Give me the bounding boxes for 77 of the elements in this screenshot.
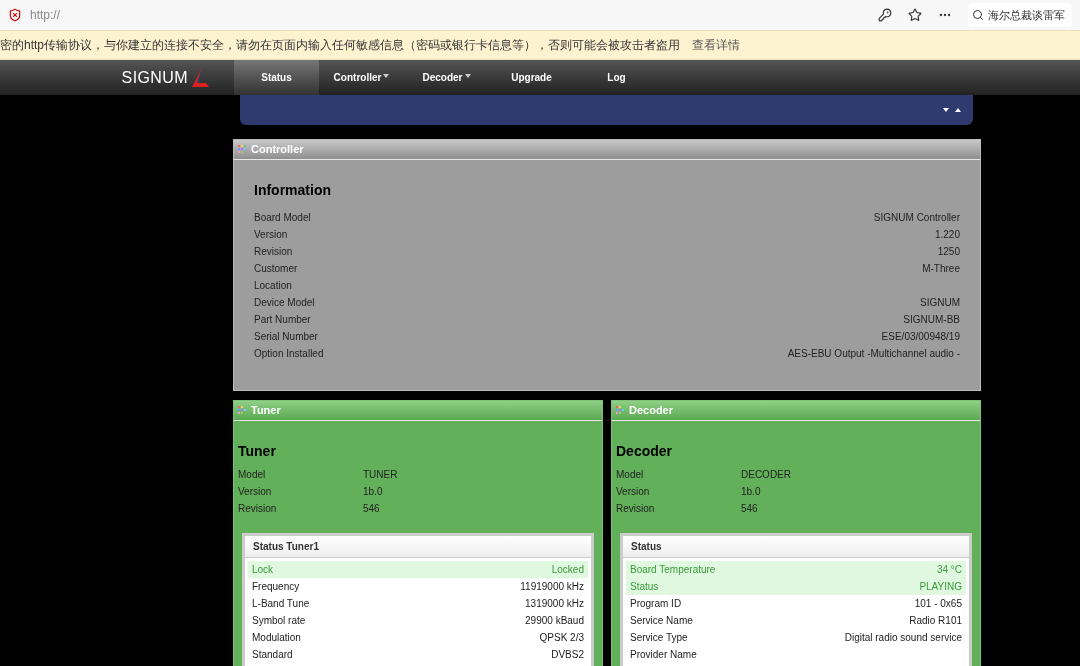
- section-heading: Tuner: [238, 442, 277, 461]
- info-label: Version: [616, 485, 651, 499]
- grid-icon: [616, 406, 625, 415]
- status-value: DVBS2: [551, 648, 584, 662]
- info-value: ESE/03/00948/19: [881, 330, 960, 344]
- logo-text: SIGNUM: [121, 67, 188, 88]
- info-label: Revision: [238, 502, 278, 516]
- nav-tab[interactable]: Decoder: [404, 60, 489, 95]
- status-value: Radio R101: [909, 614, 962, 628]
- grid-icon: [238, 406, 247, 415]
- status-value: PLAYING: [919, 580, 962, 594]
- section-heading: Information: [254, 181, 332, 200]
- status-value: QPSK 2/3: [539, 631, 584, 645]
- info-label: Model: [616, 468, 645, 482]
- caret-icon: [464, 73, 471, 78]
- insecure-icon: [8, 8, 22, 22]
- info-label: Revision: [254, 245, 293, 259]
- star-icon[interactable]: [908, 8, 922, 22]
- info-label: Serial Number: [254, 330, 318, 344]
- info-value: 546: [363, 502, 380, 516]
- section-heading: Decoder: [616, 442, 674, 461]
- info-label: Board Model: [254, 211, 311, 225]
- panel-title: Tuner: [251, 403, 281, 419]
- info-value: SIGNUM-BB: [903, 313, 960, 327]
- status-label: Modulation: [252, 631, 301, 645]
- panel-title: Controller: [251, 142, 304, 158]
- collapse-arrows-icon[interactable]: [943, 107, 961, 113]
- status-value: 101 - 0x65: [914, 597, 962, 611]
- info-value: 1.220: [934, 228, 960, 242]
- nav-tab[interactable]: Status: [234, 60, 319, 95]
- status-label: Symbol rate: [252, 614, 306, 628]
- info-label: Version: [238, 485, 273, 499]
- status-value: 29900 kBaud: [525, 614, 584, 628]
- info-value: SIGNUM: [920, 296, 960, 310]
- info-label: Part Number: [254, 313, 311, 327]
- key-icon[interactable]: [878, 8, 892, 22]
- search-field[interactable]: 海尔总裁谈雷军: [968, 3, 1072, 27]
- grid-icon: [238, 145, 247, 154]
- status-value: Locked: [551, 563, 584, 577]
- status-label: Lock: [252, 563, 274, 577]
- info-value: TUNER: [363, 468, 398, 482]
- status-label: Standard: [252, 648, 293, 662]
- info-label: Option Installed: [254, 347, 324, 361]
- panel-title: Decoder: [629, 403, 674, 419]
- status-label: Board Temperature: [630, 563, 716, 577]
- status-label: Provider Name: [630, 648, 697, 662]
- status-label: Program ID: [630, 597, 682, 611]
- warning-text: 密的http传输协议，与你建立的连接不安全，请勿在页面内输入任何敏感信息（密码或银行卡信息等），否则可能会被攻击者盗用: [0, 37, 680, 54]
- info-value: AES-EBU Output -Multichannel audio -: [787, 347, 960, 361]
- info-label: Customer: [254, 262, 298, 276]
- status-label: Service Type: [630, 631, 688, 645]
- status-value: Digital radio sound service: [844, 631, 962, 645]
- info-value: 1250: [937, 245, 960, 259]
- status-label: Status: [630, 580, 659, 594]
- nav-tab[interactable]: Log: [574, 60, 659, 95]
- search-icon: [972, 9, 984, 21]
- info-value: 546: [741, 502, 758, 516]
- info-label: Revision: [616, 502, 656, 516]
- info-label: Device Model: [254, 296, 315, 310]
- info-value: DECODER: [741, 468, 791, 482]
- info-value: M-Three: [922, 262, 960, 276]
- status-label: Service Name: [630, 614, 693, 628]
- nav-tab[interactable]: Upgrade: [489, 60, 574, 95]
- info-value: 1b.0: [741, 485, 761, 499]
- status-value: 11919000 kHz: [520, 580, 584, 594]
- nav-tab[interactable]: Controller: [319, 60, 404, 95]
- info-value: SIGNUM Controller: [873, 211, 960, 225]
- info-value: 1b.0: [363, 485, 383, 499]
- info-label: Model: [238, 468, 267, 482]
- status-label: L-Band Tune: [252, 597, 310, 611]
- details-link[interactable]: 查看详情: [692, 36, 740, 54]
- status-value: 1319000 kHz: [525, 597, 584, 611]
- status-label: Frequency: [252, 580, 300, 594]
- status-value: 34 °C: [936, 563, 962, 577]
- info-label: Location: [254, 279, 292, 293]
- caret-icon: [383, 73, 390, 78]
- info-label: Version: [254, 228, 288, 242]
